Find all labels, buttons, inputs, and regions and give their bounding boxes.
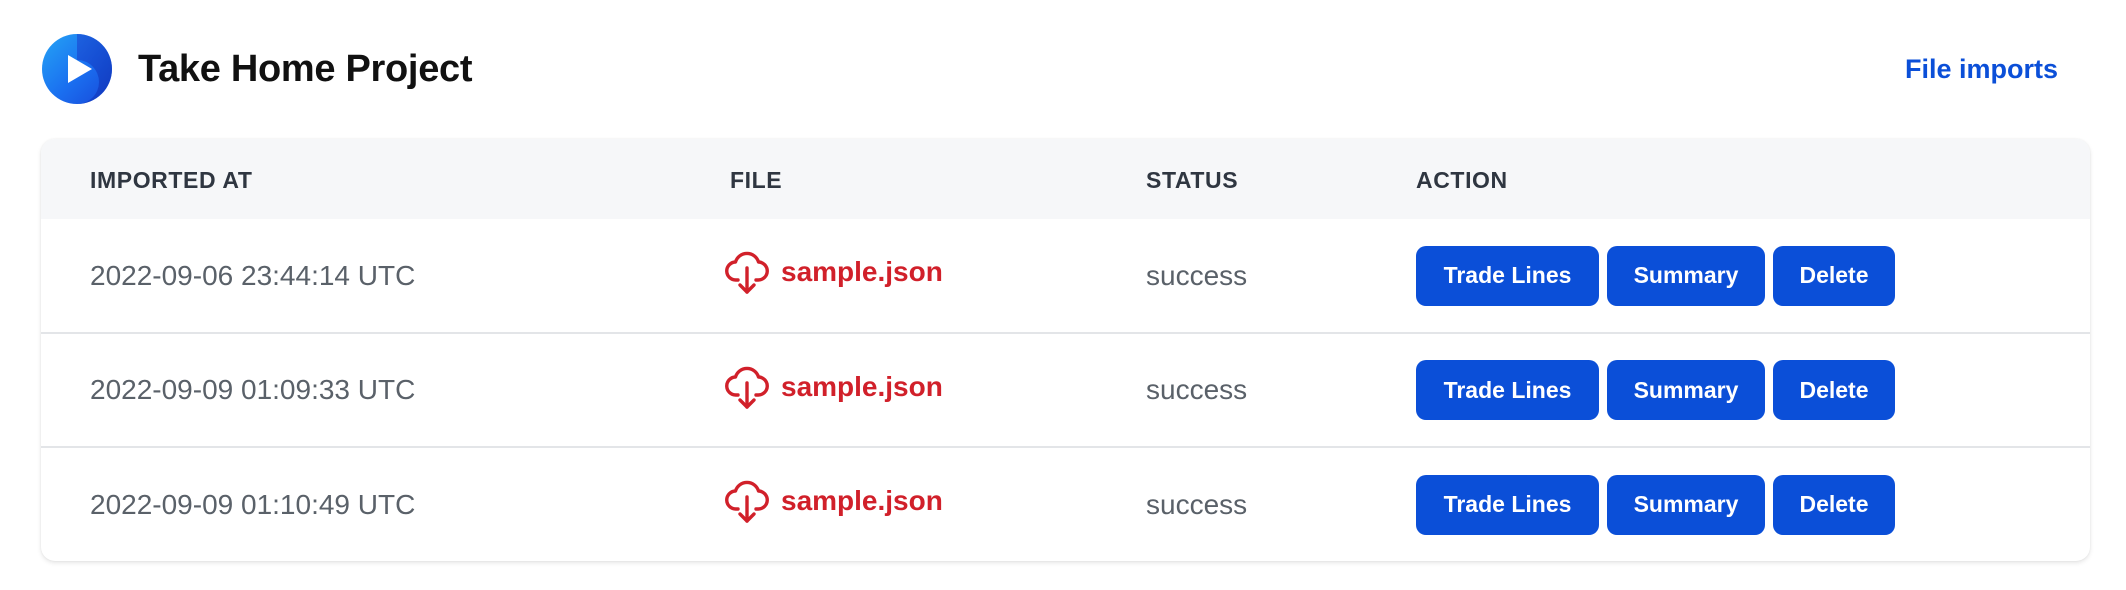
file-cell: sample.json (681, 219, 1097, 333)
action-cell: Trade Lines Summary Delete (1367, 447, 2090, 561)
row-actions: Trade Lines Summary Delete (1416, 474, 2090, 535)
file-cell: sample.json (681, 447, 1097, 561)
row-actions: Trade Lines Summary Delete (1416, 360, 2090, 420)
delete-button[interactable]: Delete (1773, 360, 1895, 420)
page: Take Home Project File imports IMPORTED … (0, 0, 2126, 590)
trade-lines-button[interactable]: Trade Lines (1416, 245, 1599, 306)
summary-button[interactable]: Summary (1607, 474, 1765, 535)
column-header-file: FILE (730, 166, 783, 193)
status-cell: success (1146, 259, 1248, 291)
status-cell: success (1146, 374, 1248, 405)
table-row: 2022-09-09 01:09:33 UTC sample.json succ… (41, 333, 2090, 447)
top-header: Take Home Project File imports (41, 33, 2060, 105)
table-row: 2022-09-06 23:44:14 UTC sample.json succ… (41, 219, 2090, 333)
column-header-action: ACTION (1416, 166, 1508, 193)
summary-button[interactable]: Summary (1607, 245, 1765, 306)
file-name: sample.json (781, 256, 943, 287)
file-imports-table: IMPORTED AT FILE STATUS ACTION 2022-09-0… (41, 139, 2090, 561)
summary-button[interactable]: Summary (1607, 360, 1765, 420)
file-name: sample.json (781, 485, 943, 516)
table-header-row: IMPORTED AT FILE STATUS ACTION (41, 139, 2090, 219)
action-cell: Trade Lines Summary Delete (1367, 219, 2090, 333)
file-name: sample.json (781, 370, 943, 402)
cloud-download-icon (725, 249, 769, 295)
file-download-link[interactable]: sample.json (725, 478, 943, 524)
trade-lines-button[interactable]: Trade Lines (1416, 474, 1599, 535)
file-cell: sample.json (681, 333, 1097, 447)
table-body: 2022-09-06 23:44:14 UTC sample.json succ… (41, 219, 2090, 561)
file-imports-link[interactable]: File imports (1905, 54, 2058, 85)
file-imports-table-card: IMPORTED AT FILE STATUS ACTION 2022-09-0… (41, 139, 2090, 561)
delete-button[interactable]: Delete (1773, 474, 1895, 535)
row-actions: Trade Lines Summary Delete (1416, 245, 2090, 306)
delete-button[interactable]: Delete (1773, 245, 1895, 306)
imported-at-cell: 2022-09-06 23:44:14 UTC (90, 259, 416, 291)
file-download-link[interactable]: sample.json (725, 249, 943, 295)
app-title: Take Home Project (138, 47, 473, 90)
column-header-status: STATUS (1146, 166, 1239, 193)
status-cell: success (1146, 488, 1248, 520)
table-row: 2022-09-09 01:10:49 UTC sample.json succ… (41, 447, 2090, 561)
imported-at-cell: 2022-09-09 01:10:49 UTC (90, 488, 416, 520)
trade-lines-button[interactable]: Trade Lines (1416, 360, 1599, 420)
table-header: IMPORTED AT FILE STATUS ACTION (41, 139, 2090, 219)
cloud-download-icon (725, 478, 769, 524)
file-download-link[interactable]: sample.json (725, 364, 943, 410)
play-logo-icon (41, 33, 113, 105)
column-header-imported-at: IMPORTED AT (90, 166, 253, 193)
brand: Take Home Project (41, 33, 473, 105)
action-cell: Trade Lines Summary Delete (1367, 333, 2090, 447)
cloud-download-icon (725, 364, 769, 410)
imported-at-cell: 2022-09-09 01:09:33 UTC (90, 374, 416, 405)
